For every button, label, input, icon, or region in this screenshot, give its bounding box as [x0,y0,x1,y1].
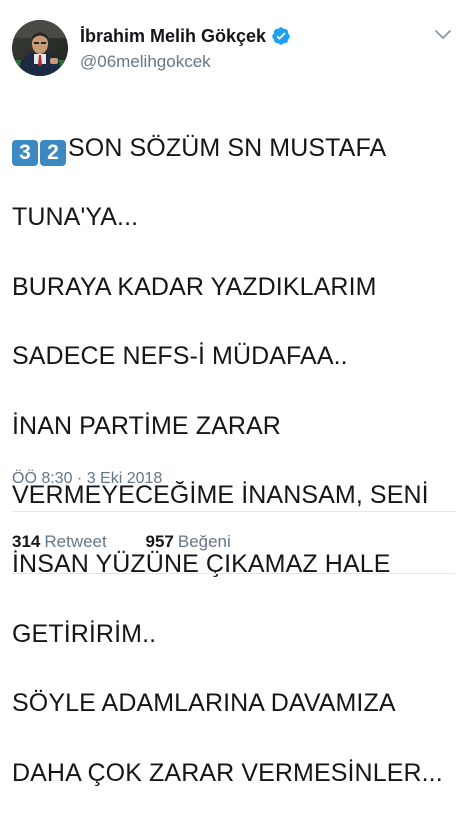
tweet-line: DAHA ÇOK ZARAR VERMESİNLER... [12,758,443,787]
author-handle[interactable]: @06melihgokcek [80,52,291,72]
tweet-line: 3 2 SON SÖZÜM SN MUSTAFA [12,131,462,166]
divider [12,573,455,574]
like-count[interactable]: 957 Beğeni [145,532,230,552]
tweet-stats: 314 Retweet 957 Beğeni [12,532,231,552]
chevron-down-icon[interactable] [433,28,453,42]
avatar[interactable] [12,20,68,76]
tweet-card: İbrahim Melih Gökçek @06melihgokcek 3 2 SO… [0,0,467,787]
retweet-number: 314 [12,532,41,551]
retweet-count[interactable]: 314 Retweet [12,532,107,552]
tweet-line: BURAYA KADAR YAZDIKLARIM [12,272,377,301]
author-name[interactable]: İbrahim Melih Gökçek [80,26,266,47]
verified-badge-icon [272,27,290,45]
divider [12,511,455,512]
tweet-line: TUNA'YA... [12,203,139,232]
tweet-line: İNAN PARTİME ZARAR [12,411,281,440]
tweet-line-text: SON SÖZÜM SN MUSTAFA [68,133,387,162]
like-number: 957 [145,532,174,551]
keycap-emoji: 2 [40,139,66,166]
tweet-line: GETİRİRİM.. [12,619,157,648]
tweet-timestamp[interactable]: ÖÖ 8:30 · 3 Eki 2018 [12,470,162,488]
author-block[interactable]: İbrahim Melih Gökçek @06melihgokcek [80,25,291,72]
retweet-label: Retweet [44,532,107,551]
tweet-line: İNSAN YÜZÜNE ÇIKAMAZ HALE [12,550,391,579]
like-label: Beğeni [177,532,231,551]
keycap-emoji: 3 [12,139,38,166]
tweet-line: SÖYLE ADAMLARINA DAVAMIZA [12,689,396,718]
tweet-text: 3 2 SON SÖZÜM SN MUSTAFA TUNA'YA... BURAYA… [12,96,462,825]
tweet-line: SADECE NEFS-İ MÜDAFAA.. [12,342,348,371]
avatar-image [12,20,68,76]
